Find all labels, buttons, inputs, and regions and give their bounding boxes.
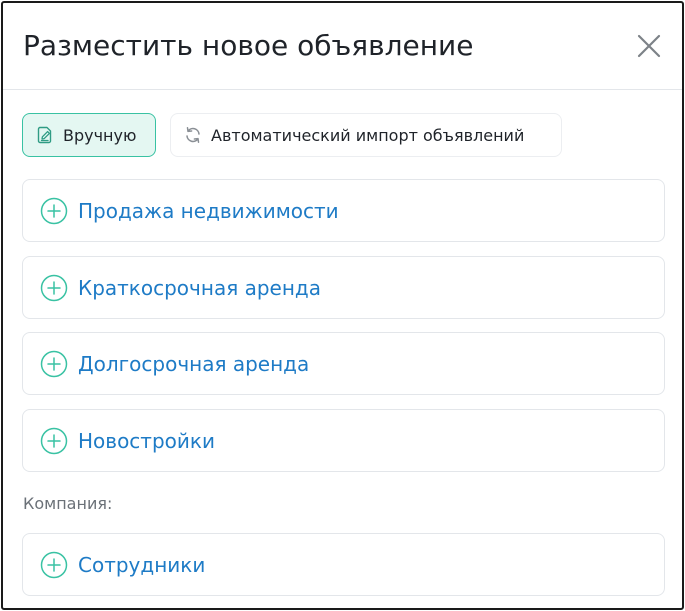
section-long-term-rent-label: Долгосрочная аренда bbox=[78, 351, 310, 376]
manual-mode-label: Вручную bbox=[63, 125, 137, 145]
section-new-buildings[interactable]: Новостройки bbox=[22, 409, 665, 472]
section-long-term-rent[interactable]: Долгосрочная аренда bbox=[22, 332, 665, 395]
plus-circle-icon bbox=[40, 427, 68, 454]
section-short-term-rent[interactable]: Краткосрочная аренда bbox=[22, 256, 665, 319]
close-icon bbox=[637, 34, 661, 58]
plus-circle-icon bbox=[40, 551, 68, 578]
plus-circle-icon bbox=[40, 274, 68, 301]
section-employees-label: Сотрудники bbox=[78, 552, 206, 577]
auto-import-button[interactable]: Автоматический импорт объявлений bbox=[170, 113, 562, 157]
auto-import-label: Автоматический импорт объявлений bbox=[211, 125, 525, 145]
place-listing-modal: Разместить новое объявление Вручную Авто… bbox=[1, 1, 684, 610]
modal-title: Разместить новое объявление bbox=[23, 29, 474, 62]
mode-switch: Вручную Автоматический импорт объявлений bbox=[22, 113, 562, 157]
refresh-icon bbox=[186, 127, 200, 143]
company-heading: Компания: bbox=[23, 494, 113, 513]
manual-mode-button[interactable]: Вручную bbox=[22, 113, 156, 157]
edit-document-icon bbox=[37, 126, 52, 144]
section-new-buildings-label: Новостройки bbox=[78, 428, 215, 453]
section-short-term-rent-label: Краткосрочная аренда bbox=[78, 275, 321, 300]
modal-header: Разместить новое объявление bbox=[3, 3, 682, 90]
section-sale-label: Продажа недвижимости bbox=[78, 198, 339, 223]
plus-circle-icon bbox=[40, 350, 68, 377]
close-button[interactable] bbox=[634, 31, 664, 61]
plus-circle-icon bbox=[40, 197, 68, 224]
section-employees[interactable]: Сотрудники bbox=[22, 533, 665, 596]
section-sale[interactable]: Продажа недвижимости bbox=[22, 179, 665, 242]
